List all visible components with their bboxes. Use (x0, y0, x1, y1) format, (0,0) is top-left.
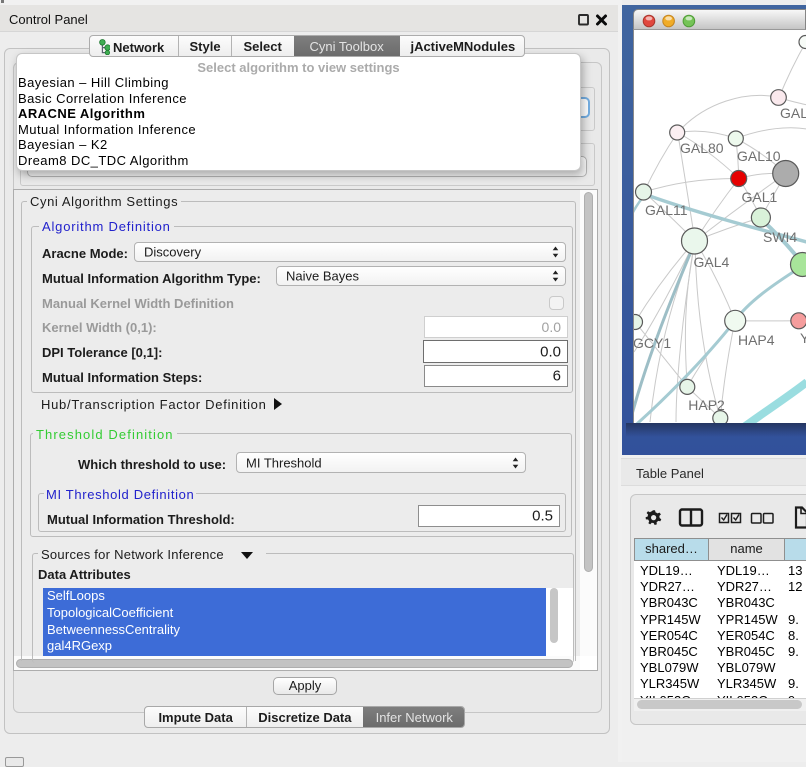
svg-text:GAL10: GAL10 (737, 148, 781, 164)
svg-text:GAL11: GAL11 (645, 202, 688, 218)
svg-text:GCY1: GCY1 (633, 335, 671, 351)
svg-text:GAL4: GAL4 (694, 254, 730, 270)
svg-text:HAP2: HAP2 (688, 397, 725, 413)
svg-text:HAP4: HAP4 (738, 332, 775, 348)
svg-text:SWI4: SWI4 (763, 229, 797, 245)
svg-text:YJ: YJ (800, 330, 806, 346)
svg-text:GAL80: GAL80 (680, 140, 724, 156)
svg-text:GAL1: GAL1 (741, 189, 777, 205)
svg-text:GAL7: GAL7 (780, 105, 806, 121)
